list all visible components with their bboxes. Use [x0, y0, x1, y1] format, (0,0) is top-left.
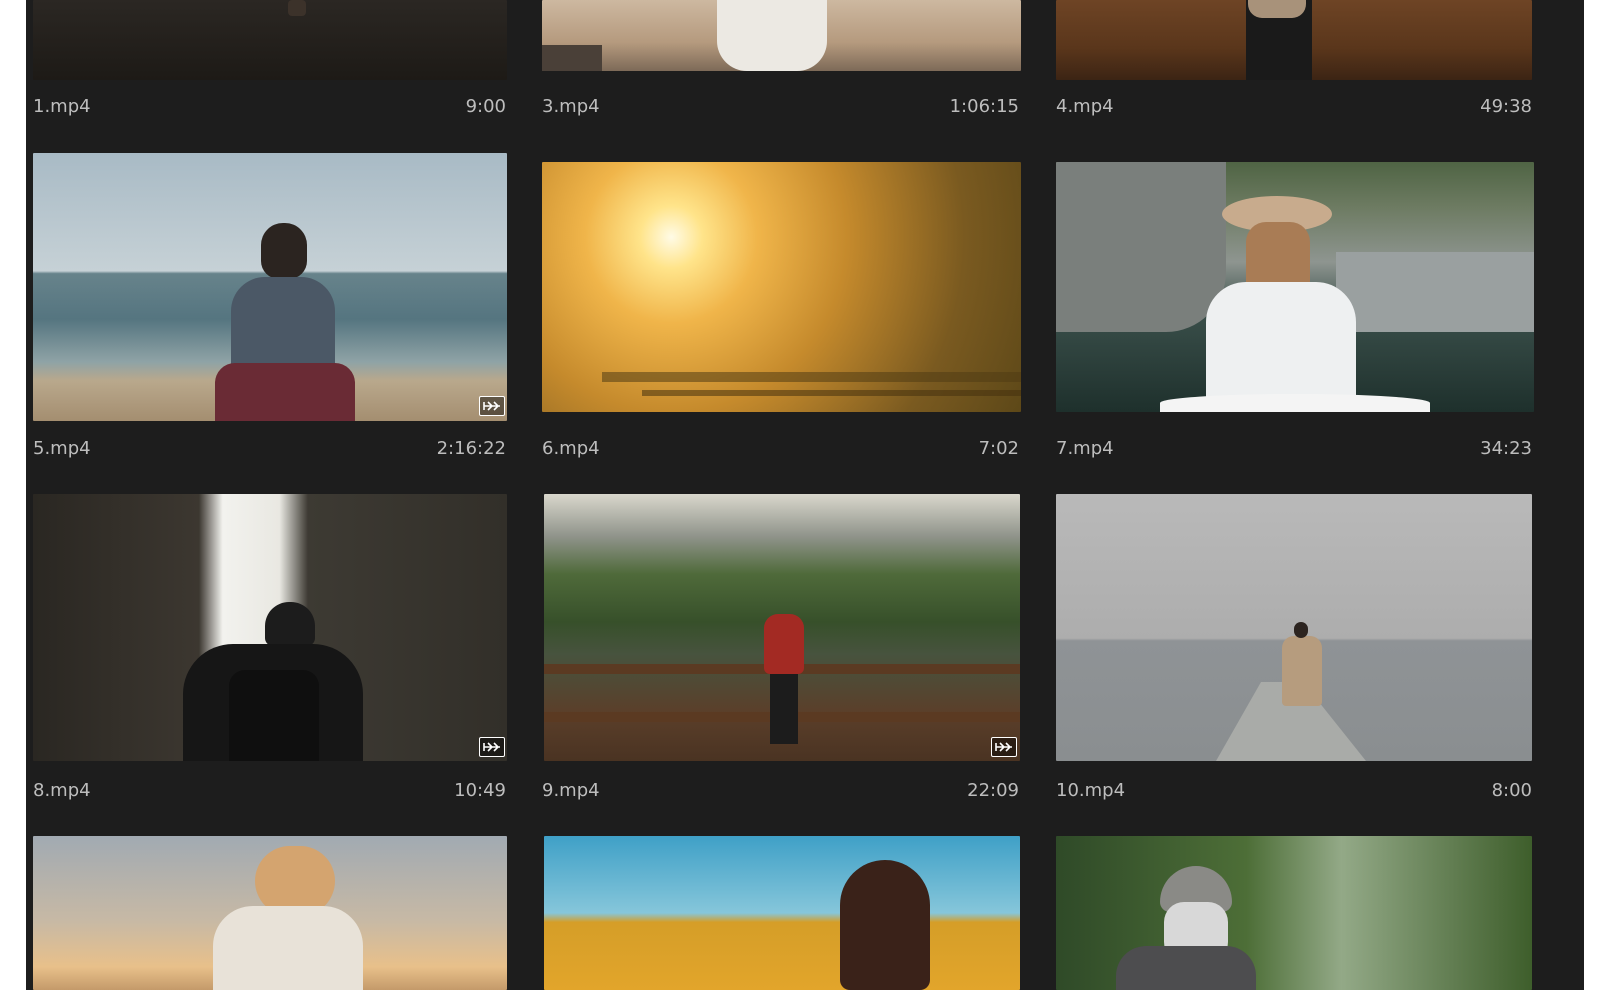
clip-name: 8.mp4 — [33, 780, 91, 801]
thumbnail-13[interactable] — [1056, 836, 1532, 990]
thumbnail-figure — [1294, 622, 1308, 638]
clip-name: 3.mp4 — [542, 96, 600, 117]
audio-sync-icon — [479, 396, 505, 416]
clip-name: 7.mp4 — [1056, 438, 1114, 459]
clip-name: 10.mp4 — [1056, 780, 1126, 801]
thumbnail-figure — [261, 223, 307, 279]
clip-name: 6.mp4 — [542, 438, 600, 459]
clip-duration: 22:09 — [967, 780, 1019, 801]
clip-duration: 2:16:22 — [436, 438, 506, 459]
clip-duration: 10:49 — [454, 780, 506, 801]
audio-sync-icon — [991, 737, 1017, 757]
thumbnail-figure — [764, 614, 804, 674]
thumbnail-figure — [265, 602, 315, 646]
thumbnail-figure — [840, 860, 930, 990]
audio-sync-icon — [479, 737, 505, 757]
thumbnail-3[interactable] — [542, 0, 1021, 71]
thumbnail-figure — [1116, 946, 1256, 990]
thumbnail-figure — [215, 363, 355, 421]
thumbnail-figure — [229, 670, 319, 761]
thumbnail-figure — [288, 0, 306, 16]
thumbnail-figure — [1056, 162, 1226, 332]
thumbnail-figure — [1206, 282, 1356, 412]
thumbnail-6[interactable] — [542, 162, 1021, 412]
thumbnail-figure — [1336, 252, 1534, 332]
thumbnail-4[interactable] — [1056, 0, 1532, 80]
clip-name: 5.mp4 — [33, 438, 91, 459]
thumbnail-figure — [770, 674, 798, 744]
thumbnail-figure — [1282, 636, 1322, 706]
thumbnail-9[interactable] — [544, 494, 1020, 761]
thumbnail-figure — [1160, 394, 1430, 412]
thumbnail-8[interactable] — [33, 494, 507, 761]
clip-name: 4.mp4 — [1056, 96, 1114, 117]
clip-duration: 8:00 — [1491, 780, 1532, 801]
thumbnail-figure — [213, 906, 363, 990]
clip-duration: 34:23 — [1480, 438, 1532, 459]
clip-duration: 1:06:15 — [949, 96, 1019, 117]
clip-duration: 7:02 — [978, 438, 1019, 459]
thumbnail-5[interactable] — [33, 153, 507, 421]
clip-duration: 9:00 — [465, 96, 506, 117]
thumbnail-figure — [602, 372, 1021, 382]
thumbnail-figure — [542, 45, 602, 71]
media-browser-grid: 1.mp4 9:00 3.mp4 1:06:15 4.mp4 49:38 5.m… — [26, 0, 1584, 990]
thumbnail-figure — [717, 0, 827, 71]
thumbnail-7[interactable] — [1056, 162, 1534, 412]
thumbnail-figure — [1248, 0, 1306, 18]
thumbnail-1[interactable] — [33, 0, 507, 80]
thumbnail-figure — [642, 390, 1021, 396]
clip-duration: 49:38 — [1480, 96, 1532, 117]
clip-name: 9.mp4 — [542, 780, 600, 801]
thumbnail-10[interactable] — [1056, 494, 1532, 761]
clip-name: 1.mp4 — [33, 96, 91, 117]
thumbnail-11[interactable] — [33, 836, 507, 990]
thumbnail-12[interactable] — [544, 836, 1020, 990]
